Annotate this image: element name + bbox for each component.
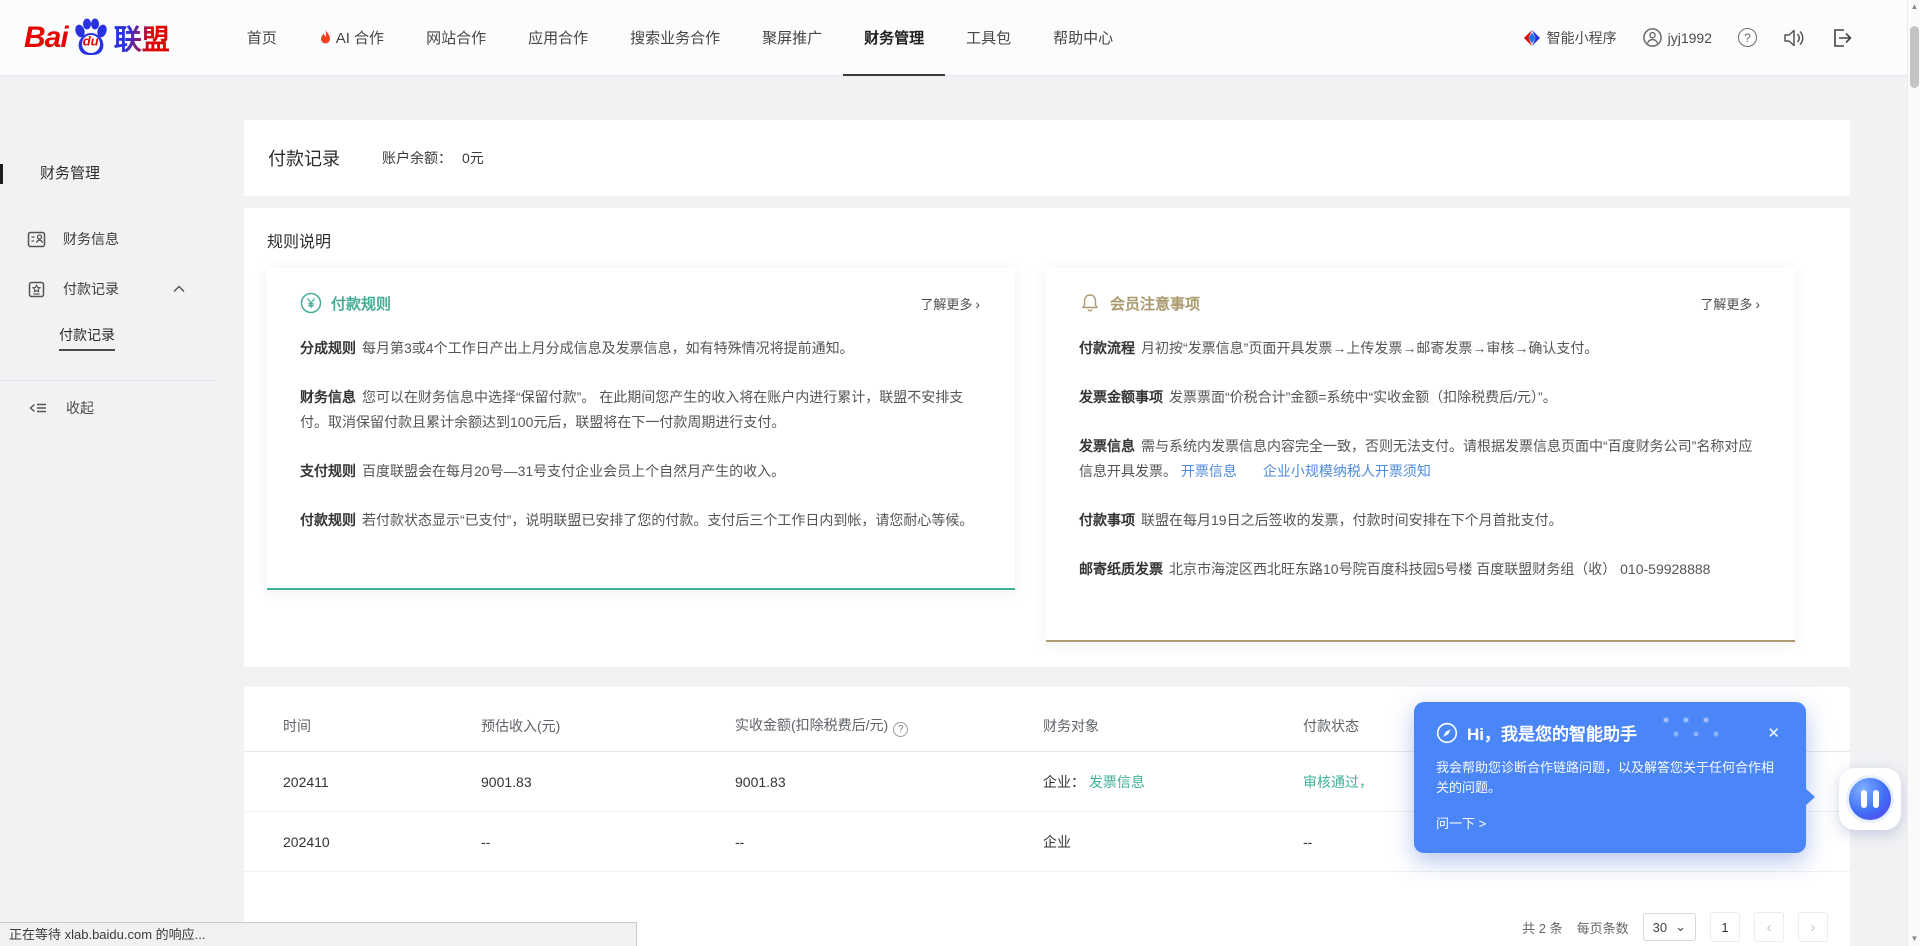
logo-text-bai: Bai <box>24 21 68 55</box>
page-number-1[interactable]: 1 <box>1710 912 1740 942</box>
finance-info-icon <box>27 230 46 249</box>
page-header-card: 付款记录 账户余额：0元 <box>244 120 1850 196</box>
member-notes-more-link[interactable]: 了解更多› <box>1700 294 1760 313</box>
logo-text-union: 联盟 <box>114 18 170 58</box>
nav-item-ai[interactable]: AI 合作 <box>298 0 405 76</box>
nav-item-home[interactable]: 首页 <box>226 0 298 76</box>
bell-icon <box>1079 292 1101 314</box>
nav-item-search[interactable]: 搜索业务合作 <box>609 0 741 76</box>
rules-section-title: 规则说明 <box>267 228 1795 252</box>
logo-text-du: du <box>83 33 99 48</box>
chevron-down-icon: ⌄ <box>1675 919 1686 935</box>
browser-status-bubble: 正在等待 xlab.baidu.com 的响应... <box>0 922 637 946</box>
sidebar-item-payment-records[interactable]: 付款记录 <box>0 264 217 314</box>
cell-actual: 9001.83 <box>735 752 1043 812</box>
mini-program-entry[interactable]: 智能小程序 <box>1523 28 1617 48</box>
assistant-message: 我会帮助您诊断合作链路问题，以及解答您关于任何合作相关的问题。 <box>1436 758 1784 798</box>
rule-item: 付款规则若付款状态显示“已支付”，说明联盟已安排了您的付款。支付后三个工作日内到… <box>300 508 980 533</box>
rule-item: 支付规则百度联盟会在每月20号—31号支付企业会员上个自然月产生的收入。 <box>300 459 980 484</box>
col-finance-object: 财务对象 <box>1043 715 1303 752</box>
ask-now-link[interactable]: 问一下 > <box>1436 813 1486 832</box>
help-icon[interactable]: ? <box>1738 28 1757 47</box>
cell-finance-object: 企业 <box>1043 812 1303 872</box>
close-icon[interactable]: ✕ <box>1763 722 1784 744</box>
scroll-up-arrow[interactable]: ▲ <box>1908 0 1920 14</box>
chevron-left-icon: ‹ <box>1767 919 1772 936</box>
per-page-select[interactable]: 30 ⌄ <box>1643 913 1696 941</box>
page-title: 付款记录 <box>268 145 340 171</box>
cell-time: 202410 <box>244 812 481 872</box>
rule-item: 付款事项联盟在每月19日之后签收的发票，付款时间安排在下个月首批支付。 <box>1079 508 1760 533</box>
member-notes-title: 会员注意事项 <box>1110 293 1200 314</box>
sidebar-subitem-payment-records[interactable]: 付款记录 <box>0 314 217 362</box>
rule-item: 发票金额事项发票票面“价税合计”金额=系统中“实收金额（扣除税费后/元）”。 <box>1079 385 1760 410</box>
chevron-right-icon: › <box>1811 919 1816 936</box>
col-estimated-income: 预估收入(元) <box>481 715 735 752</box>
account-balance: 账户余额：0元 <box>382 148 484 168</box>
flame-icon <box>319 30 332 46</box>
nav-item-finance[interactable]: 财务管理 <box>843 0 945 76</box>
nav-item-website[interactable]: 网站合作 <box>405 0 507 76</box>
cell-actual: -- <box>735 812 1043 872</box>
nav-item-app[interactable]: 应用合作 <box>507 0 609 76</box>
invoice-info-table-link[interactable]: 发票信息 <box>1089 774 1145 790</box>
member-notes-card: 会员注意事项 了解更多› 付款流程月初按“发票信息”页面开具发票→上传发票→邮寄… <box>1046 268 1795 642</box>
scroll-down-arrow[interactable]: ▼ <box>1908 932 1920 946</box>
payment-rules-more-link[interactable]: 了解更多› <box>920 294 980 313</box>
yuan-circle-icon <box>300 292 322 314</box>
sidebar-item-finance-info[interactable]: 财务信息 <box>0 214 217 264</box>
rule-item: 发票信息需与系统内发票信息内容完全一致，否则无法支付。请根据发票信息页面中“百度… <box>1079 434 1760 484</box>
nav-item-screen[interactable]: 聚屏推广 <box>741 0 843 76</box>
assistant-title: Hi，我是您的智能助手 <box>1467 720 1637 745</box>
user-entry[interactable]: jyj1992 <box>1643 28 1712 47</box>
rule-item: 财务信息您可以在财务信息中选择“保留付款”。 在此期间您产生的收入将在账户内进行… <box>300 385 980 435</box>
chevron-up-icon <box>173 285 185 293</box>
col-actual-amount: 实收金额(扣除税费后/元)? <box>735 715 1043 752</box>
next-page-button[interactable]: › <box>1798 912 1828 942</box>
assistant-popup: Hi，我是您的智能助手 ✕ 我会帮助您诊断合作链路问题，以及解答您关于任何合作相… <box>1414 702 1806 853</box>
chevron-right-icon: › <box>975 296 980 312</box>
diamond-icon <box>1523 29 1541 47</box>
sidebar-collapse-button[interactable]: 收起 <box>0 381 217 435</box>
sidebar-title-finance[interactable]: 财务管理 <box>0 162 217 186</box>
chevron-right-icon: › <box>1755 296 1760 312</box>
main-nav: 首页 AI 合作 网站合作 应用合作 搜索业务合作 聚屏推广 财务管理 工具包 … <box>226 0 1134 76</box>
collapse-icon <box>29 401 48 415</box>
sidebar: 财务管理 财务信息 付款记录 付款记录 <box>0 76 217 946</box>
payment-records-icon <box>27 280 46 299</box>
col-time: 时间 <box>244 715 481 752</box>
pagination-total: 共 2 条 <box>1522 918 1562 937</box>
invoice-info-link[interactable]: 开票信息 <box>1181 463 1237 479</box>
rule-item: 分成规则每月第3或4个工作日产出上月分成信息及发票信息，如有特殊情况将提前通知。 <box>300 336 980 361</box>
navbar-right: 智能小程序 jyj1992 ? <box>1523 28 1880 48</box>
robot-icon <box>1846 775 1894 823</box>
assistant-robot-button[interactable] <box>1839 768 1901 830</box>
assistant-compass-icon <box>1436 722 1458 744</box>
nav-item-toolkit[interactable]: 工具包 <box>945 0 1032 76</box>
baidu-union-logo[interactable]: Bai du 联盟 <box>24 17 170 59</box>
per-page-label: 每页条数 <box>1577 918 1629 937</box>
top-navbar: Bai du 联盟 首页 AI 合作 网站合作 应用 <box>0 0 1920 76</box>
rule-item: 邮寄纸质发票北京市海淀区西北旺东路10号院百度科技园5号楼 百度联盟财务组（收）… <box>1079 557 1760 582</box>
rules-section: 规则说明 付款规则 了解更多› 分成规则每月第3或4个工作日产出上月 <box>244 208 1850 667</box>
page-scrollbar[interactable]: ▲ ▼ <box>1907 0 1920 946</box>
payment-rules-card: 付款规则 了解更多› 分成规则每月第3或4个工作日产出上月分成信息及发票信息，如… <box>267 268 1015 590</box>
nav-item-help-center[interactable]: 帮助中心 <box>1032 0 1134 76</box>
user-icon <box>1643 28 1662 47</box>
baidu-paw-icon: du <box>70 17 112 59</box>
small-taxpayer-notice-link[interactable]: 企业小规模纳税人开票须知 <box>1263 463 1431 479</box>
speaker-icon[interactable] <box>1783 28 1805 48</box>
scrollbar-thumb[interactable] <box>1910 26 1919 88</box>
account-balance-value: 0元 <box>462 150 484 166</box>
payment-rules-title: 付款规则 <box>331 293 391 314</box>
cell-estimated: -- <box>481 812 735 872</box>
cell-finance-object: 企业： 发票信息 <box>1043 752 1303 812</box>
cell-estimated: 9001.83 <box>481 752 735 812</box>
help-icon[interactable]: ? <box>893 722 908 737</box>
cell-time: 202411 <box>244 752 481 812</box>
rule-item: 付款流程月初按“发票信息”页面开具发票→上传发票→邮寄发票→审核→确认支付。 <box>1079 336 1760 361</box>
prev-page-button[interactable]: ‹ <box>1754 912 1784 942</box>
logout-icon[interactable] <box>1831 28 1852 48</box>
